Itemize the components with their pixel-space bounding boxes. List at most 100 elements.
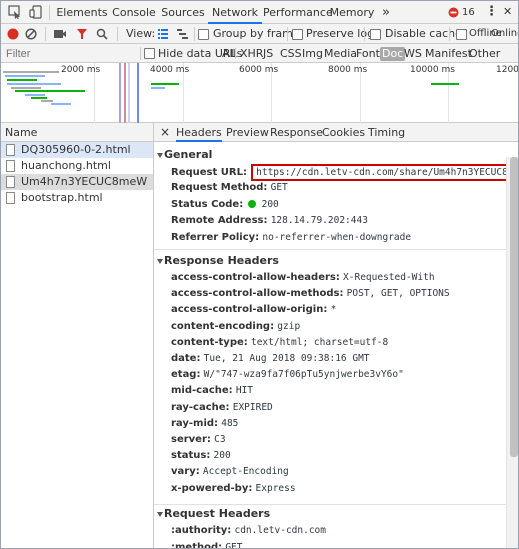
header-key: etag:: [171, 369, 201, 381]
header-value: Accept-Encoding: [202, 466, 289, 478]
tab-headers[interactable]: Headers: [176, 123, 222, 142]
filter-type-img[interactable]: Img: [302, 47, 323, 61]
tab-cookies[interactable]: Cookies: [322, 123, 365, 142]
scrollbar-thumb[interactable]: [510, 157, 518, 457]
expand-triangle-icon: [157, 259, 163, 264]
header-row: access-control-allow-headers: X-Requeste…: [171, 270, 435, 286]
filter-type-css[interactable]: CSS: [280, 47, 302, 61]
header-row: etag: W/"747-wza9fa7f06pTu5ynjwerbe3vY6o…: [171, 367, 404, 383]
header-value: GET: [225, 541, 243, 549]
filter-type-ws[interactable]: WS: [404, 47, 422, 61]
header-key: access-control-allow-headers:: [171, 272, 340, 283]
close-details-button[interactable]: ×: [160, 123, 170, 142]
tab-memory[interactable]: Memory: [329, 1, 375, 24]
header-row: mid-cache: HIT: [171, 383, 253, 399]
view-label: View:: [126, 27, 156, 40]
request-method-value: GET: [270, 182, 288, 193]
document-icon: [6, 176, 15, 188]
toolbar-divider: [364, 27, 365, 41]
group-by-frame-checkbox[interactable]: [198, 29, 209, 40]
header-key: :authority:: [171, 525, 232, 536]
large-rows-icon[interactable]: [157, 28, 169, 40]
request-headers-title: Request Headers: [164, 507, 271, 520]
tab-elements[interactable]: Elements: [54, 1, 110, 24]
details-scrollbar[interactable]: [506, 157, 518, 548]
device-toolbar-icon[interactable]: [29, 5, 43, 19]
network-overview-timeline[interactable]: 2000 ms 4000 ms 6000 ms 8000 ms 10000 ms…: [1, 63, 518, 123]
document-icon: [6, 144, 15, 156]
tab-network[interactable]: Network: [208, 1, 262, 24]
error-count[interactable]: 16: [462, 6, 475, 20]
header-row: vary: Accept-Encoding: [171, 464, 289, 480]
response-headers-toggle[interactable]: Response Headers: [154, 253, 506, 269]
request-headers-toggle[interactable]: Request Headers: [154, 506, 506, 522]
screenshot-camera-icon[interactable]: [53, 28, 67, 40]
toolbar-divider: [117, 27, 118, 41]
preserve-log-checkbox[interactable]: [292, 29, 303, 40]
name-column-header[interactable]: Name: [1, 123, 153, 142]
filter-input[interactable]: [3, 46, 133, 61]
header-value: POST, GET, OPTIONS: [346, 288, 450, 300]
remote-address-key: Remote Address:: [171, 215, 268, 226]
close-icon[interactable]: ✕: [503, 5, 512, 19]
tab-console[interactable]: Console: [111, 1, 157, 24]
request-row[interactable]: Um4h7n3YECUC8meW: [1, 174, 153, 190]
clear-icon[interactable]: [25, 28, 37, 40]
toolbar-divider: [449, 27, 450, 41]
filter-type-doc[interactable]: Doc: [380, 47, 406, 61]
more-tabs-button[interactable]: »: [379, 1, 393, 24]
request-name: huanchong.html: [21, 159, 111, 172]
tab-performance[interactable]: Performance: [263, 1, 333, 24]
tab-sources[interactable]: Sources: [158, 1, 208, 24]
error-icon[interactable]: [448, 7, 459, 18]
header-row: date: Tue, 21 Aug 2018 09:38:16 GMT: [171, 351, 370, 367]
filter-type-other[interactable]: Other: [469, 47, 500, 61]
header-row: :method: GET: [171, 540, 243, 549]
overview-waterfall-icon[interactable]: [176, 28, 189, 40]
request-url-key: Request URL:: [171, 167, 247, 178]
request-row[interactable]: bootstrap.html: [1, 190, 153, 206]
header-key: ray-cache:: [171, 401, 230, 413]
filter-type-manifest[interactable]: Manifest: [425, 47, 472, 61]
header-key: access-control-allow-methods:: [171, 288, 344, 300]
tab-timing[interactable]: Timing: [368, 123, 405, 142]
disable-cache-checkbox[interactable]: [370, 29, 381, 40]
request-url-value: https://cdn.letv-cdn.com/share/Um4h7n3YE…: [251, 164, 518, 181]
referrer-policy-key: Referrer Policy:: [171, 232, 260, 243]
header-value: *: [330, 304, 337, 316]
filter-type-font[interactable]: Font: [356, 47, 380, 61]
header-value: HIT: [235, 385, 254, 397]
filter-type-js[interactable]: JS: [263, 47, 273, 61]
request-row[interactable]: huanchong.html: [1, 158, 153, 174]
inspect-element-icon[interactable]: [8, 5, 22, 19]
header-value: Tue, 21 Aug 2018 09:38:16 GMT: [203, 353, 370, 364]
request-row[interactable]: DQ305960-0-2.html: [1, 142, 153, 158]
header-value: EXPIRED: [232, 401, 273, 413]
header-key: :method:: [171, 541, 223, 549]
throttling-select[interactable]: Online: [491, 27, 518, 41]
header-value: Express: [255, 482, 296, 494]
tab-preview[interactable]: Preview: [226, 123, 269, 142]
hide-data-urls-checkbox[interactable]: [144, 48, 155, 59]
header-row: ray-cache: EXPIRED: [171, 400, 273, 416]
header-key: ray-mid:: [171, 417, 219, 429]
filter-type-all[interactable]: All: [222, 47, 236, 61]
tab-response[interactable]: Response: [270, 123, 323, 142]
status-code-value: 200: [261, 199, 279, 210]
devtools-window: Elements Console Sources Network Perform…: [0, 0, 519, 549]
menu-icon[interactable]: ⋮: [485, 5, 498, 19]
header-key: content-type:: [171, 336, 248, 348]
details-tabbar: × Headers Preview Response Cookies Timin…: [154, 123, 518, 142]
filter-type-media[interactable]: Media: [324, 47, 357, 61]
request-name: DQ305960-0-2.html: [21, 143, 131, 156]
request-name: bootstrap.html: [21, 191, 103, 204]
remote-address-row: Remote Address: 128.14.79.202:443: [171, 213, 368, 229]
document-icon: [6, 192, 15, 204]
filter-type-xhr[interactable]: XHR: [240, 47, 263, 61]
filter-icon[interactable]: [76, 28, 88, 40]
general-section-toggle[interactable]: General: [154, 147, 506, 163]
record-icon[interactable]: [7, 28, 19, 40]
search-icon[interactable]: [96, 28, 108, 40]
offline-checkbox[interactable]: [456, 29, 467, 40]
request-url-row: Request URL: https://cdn.letv-cdn.com/sh…: [171, 164, 518, 181]
